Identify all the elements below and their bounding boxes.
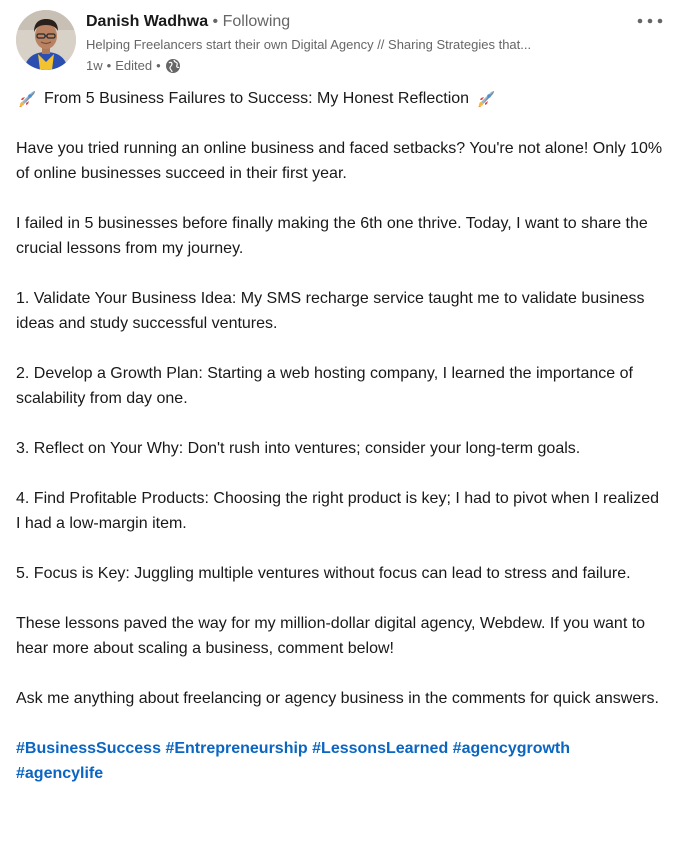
rocket-icon	[478, 90, 495, 107]
post-title: From 5 Business Failures to Success: My …	[44, 90, 470, 107]
meta-separator: •	[156, 58, 161, 73]
author-name-line: Danish Wadhwa • Following	[86, 12, 616, 32]
post-body: From 5 Business Failures to Success: My …	[16, 86, 666, 786]
more-horizontal-icon	[637, 18, 663, 24]
author-avatar[interactable]	[16, 10, 76, 70]
hashtag-link[interactable]: #BusinessSuccess	[16, 740, 161, 757]
rocket-icon	[19, 90, 35, 107]
author-name[interactable]: Danish Wadhwa	[86, 13, 208, 30]
author-info: Danish Wadhwa • Following Helping Freela…	[86, 12, 616, 75]
post-paragraph: 5. Focus is Key: Juggling multiple ventu…	[16, 565, 631, 582]
hashtag-link[interactable]: #Entrepreneurship	[165, 740, 307, 757]
post-paragraph: These lessons paved the way for my milli…	[16, 615, 646, 657]
hashtag-list: #BusinessSuccess #Entrepreneurship #Less…	[16, 736, 666, 786]
hashtag-link[interactable]: #agencygrowth	[453, 740, 570, 757]
post-title-line: From 5 Business Failures to Success: My …	[16, 86, 666, 111]
more-options-button[interactable]	[634, 10, 666, 32]
follow-status[interactable]: Following	[223, 13, 291, 30]
meta-separator: •	[106, 58, 112, 73]
post-paragraph: I failed in 5 businesses before finally …	[16, 215, 648, 257]
post-paragraph: 3. Reflect on Your Why: Don't rush into …	[16, 440, 581, 457]
author-headline[interactable]: Helping Freelancers start their own Digi…	[86, 36, 616, 54]
globe-icon	[165, 58, 181, 74]
avatar-photo	[16, 10, 76, 70]
hashtag-link[interactable]: #agencylife	[16, 765, 103, 782]
post-paragraph: 4. Find Profitable Products: Choosing th…	[16, 490, 660, 532]
post-meta: 1w • Edited •	[86, 57, 616, 75]
post-paragraph: 2. Develop a Growth Plan: Starting a web…	[16, 365, 633, 407]
hashtag-link[interactable]: #LessonsLearned	[312, 740, 448, 757]
name-separator: •	[212, 13, 219, 30]
post-paragraph: Have you tried running an online busines…	[16, 140, 663, 182]
post-paragraph: Ask me anything about freelancing or age…	[16, 690, 659, 707]
post-header: Danish Wadhwa • Following Helping Freela…	[16, 10, 666, 75]
edited-label: Edited	[115, 58, 153, 73]
post-time: 1w	[86, 58, 103, 73]
post-paragraph: 1. Validate Your Business Idea: My SMS r…	[16, 290, 645, 332]
